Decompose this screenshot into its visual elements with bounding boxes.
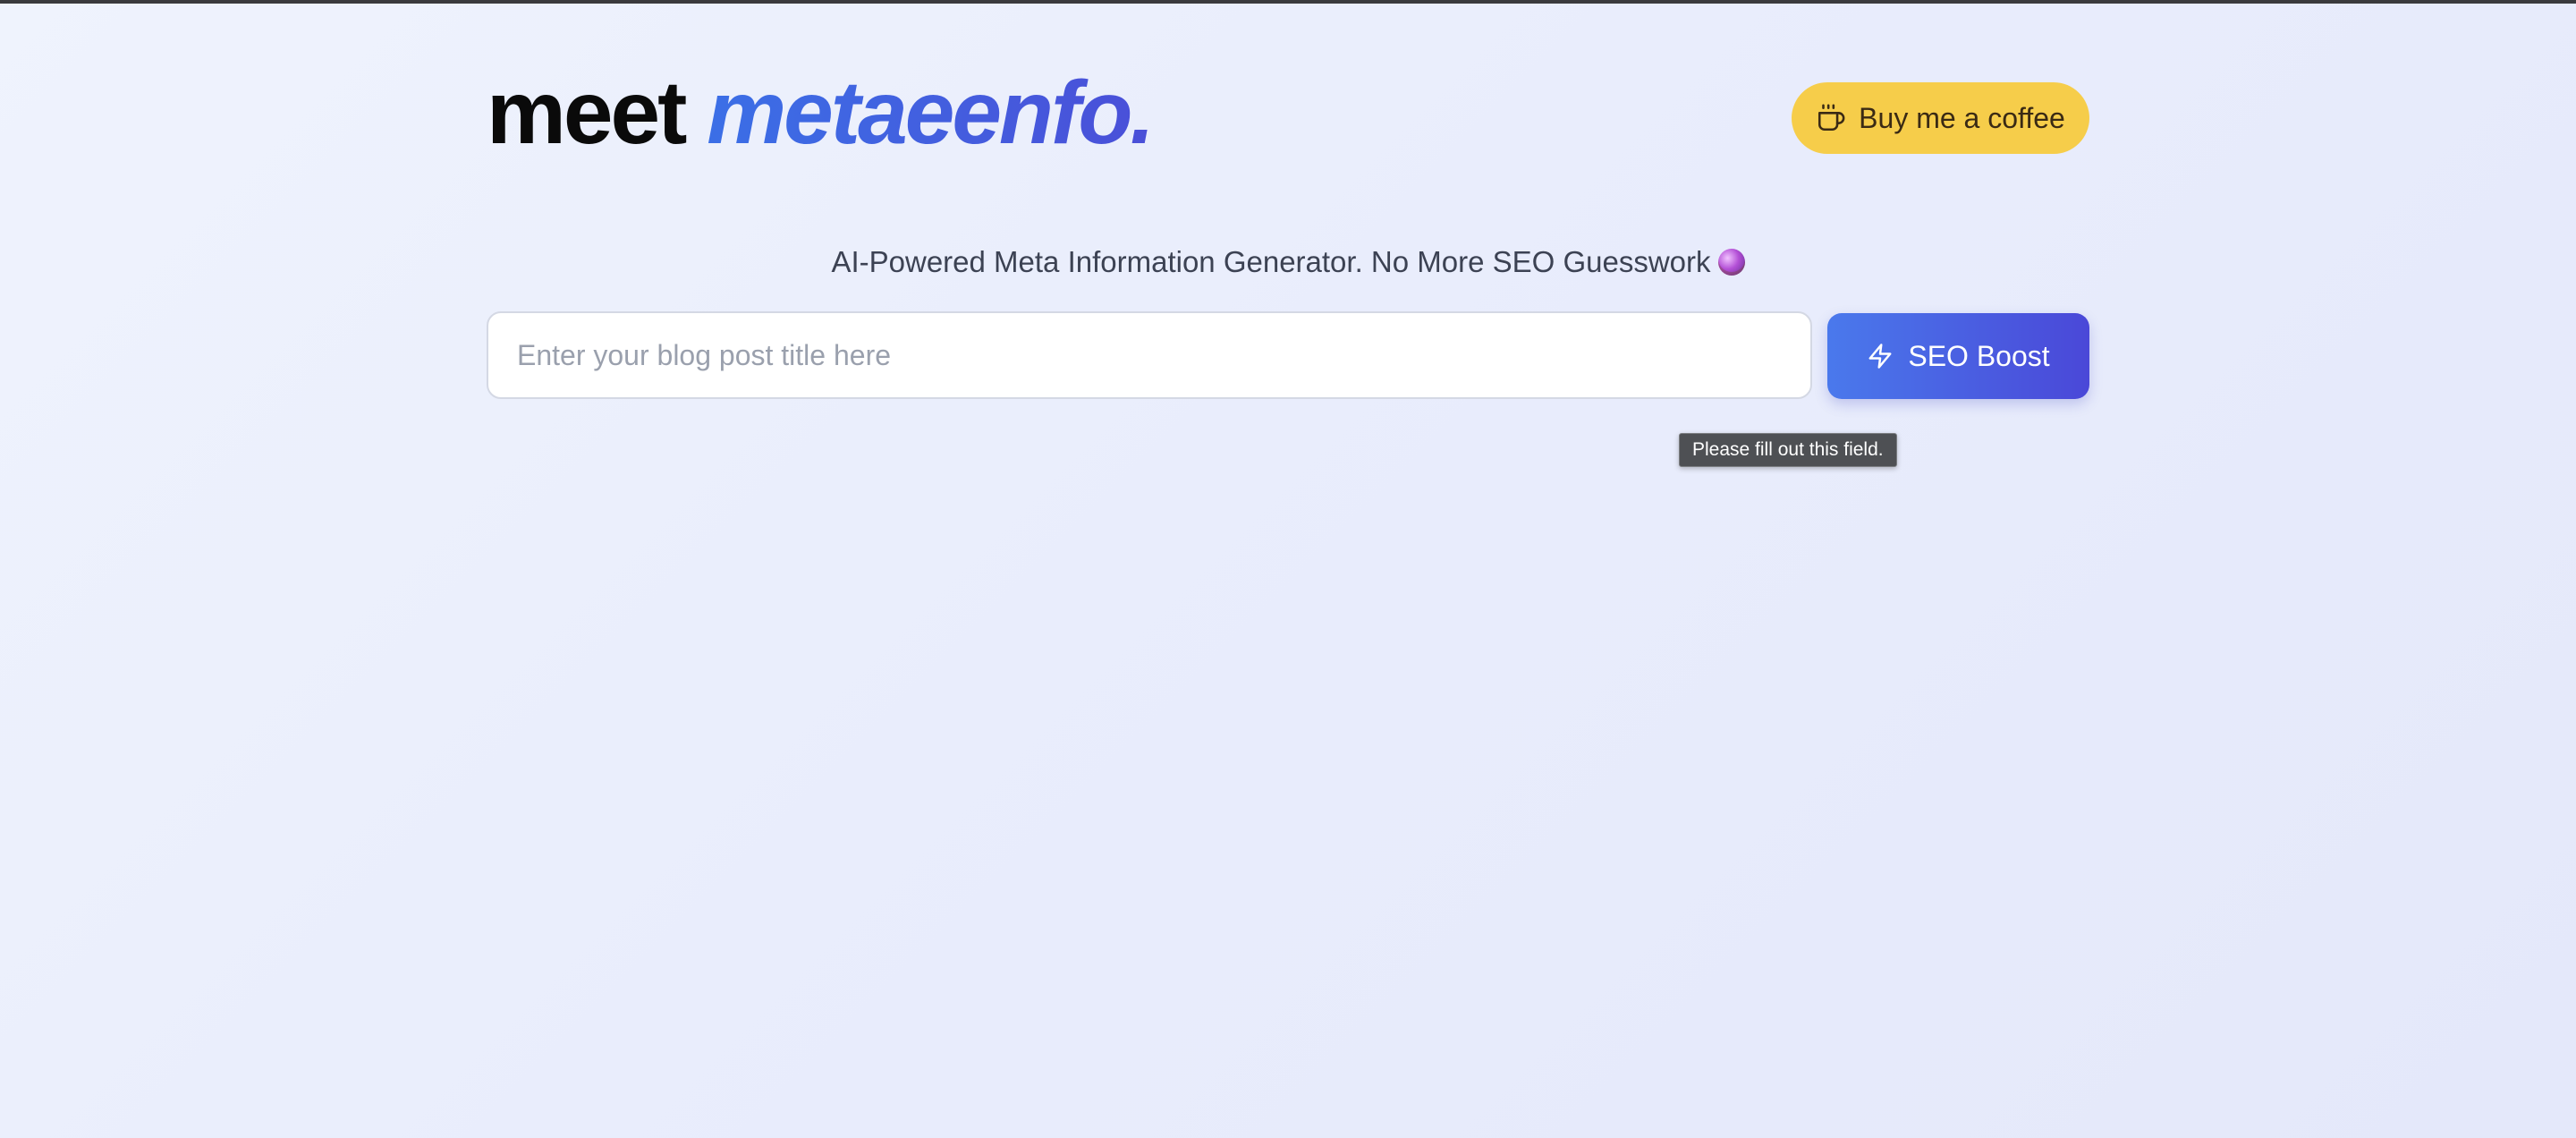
coffee-button-label: Buy me a coffee xyxy=(1859,101,2065,134)
title-prefix: meet xyxy=(487,63,687,163)
tagline: AI-Powered Meta Information Generator. N… xyxy=(487,241,2089,284)
coffee-cup-icon xyxy=(1816,103,1846,133)
validation-tooltip: Please fill out this field. xyxy=(1679,433,1897,467)
blog-title-input[interactable] xyxy=(487,311,1812,399)
seo-boost-button[interactable]: SEO Boost xyxy=(1827,313,2089,399)
crystal-ball-icon xyxy=(1717,249,1745,276)
page-title: meet metaeenfo. xyxy=(487,59,1155,166)
brand-name: metaeenfo. xyxy=(707,63,1155,163)
tagline-text: AI-Powered Meta Information Generator. N… xyxy=(831,245,1711,278)
seo-boost-label: SEO Boost xyxy=(1908,339,2050,372)
buy-me-a-coffee-button[interactable]: Buy me a coffee xyxy=(1792,82,2089,154)
main-container: meet metaeenfo. Buy me a coffee AI-Power… xyxy=(487,0,2089,1138)
lightning-icon xyxy=(1867,343,1894,369)
